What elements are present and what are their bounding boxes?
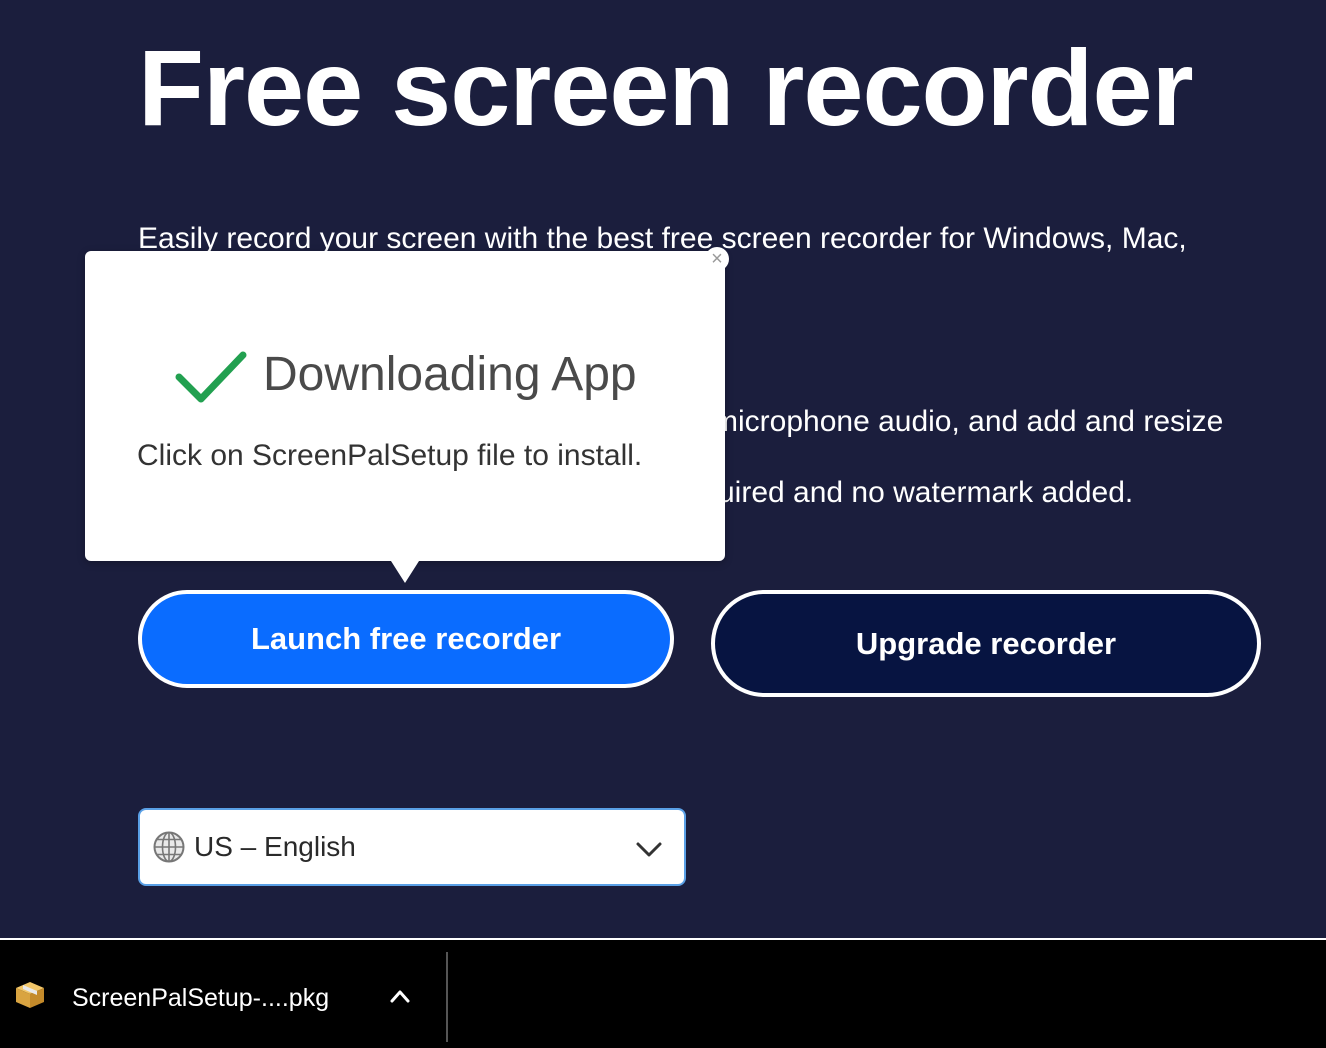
download-file-name[interactable]: ScreenPalSetup-....pkg: [72, 984, 329, 1013]
launch-free-recorder-button[interactable]: Launch free recorder: [138, 590, 674, 688]
popup-close-button[interactable]: ×: [705, 247, 729, 271]
chevron-up-icon[interactable]: [387, 986, 413, 1006]
package-icon: [16, 982, 44, 1008]
popup-pointer: [391, 561, 419, 583]
page: Free screen recorder Easily record your …: [0, 0, 1326, 1048]
globe-icon: [153, 831, 185, 863]
popup-message: Click on ScreenPalSetup file to install.: [137, 439, 643, 472]
language-select[interactable]: US – English: [138, 808, 686, 886]
download-popup: × Downloading App Click on ScreenPalSetu…: [85, 247, 729, 583]
checkmark-icon: [175, 351, 247, 403]
hero-description-line-3: uired and no watermark added.: [718, 476, 1134, 509]
page-title: Free screen recorder: [138, 27, 1194, 148]
hero-description-line-2: microphone audio, and add and resize: [713, 405, 1224, 438]
launch-button-label: Launch free recorder: [250, 621, 562, 656]
upgrade-button-label: Upgrade recorder: [855, 625, 1117, 661]
download-bar-divider: [446, 952, 448, 1042]
language-selected-value: US – English: [194, 831, 356, 862]
chevron-down-icon: [636, 842, 662, 857]
download-bar: ScreenPalSetup-....pkg: [0, 938, 1326, 1048]
popup-title: Downloading App: [263, 348, 637, 401]
upgrade-recorder-button[interactable]: Upgrade recorder: [711, 590, 1261, 697]
